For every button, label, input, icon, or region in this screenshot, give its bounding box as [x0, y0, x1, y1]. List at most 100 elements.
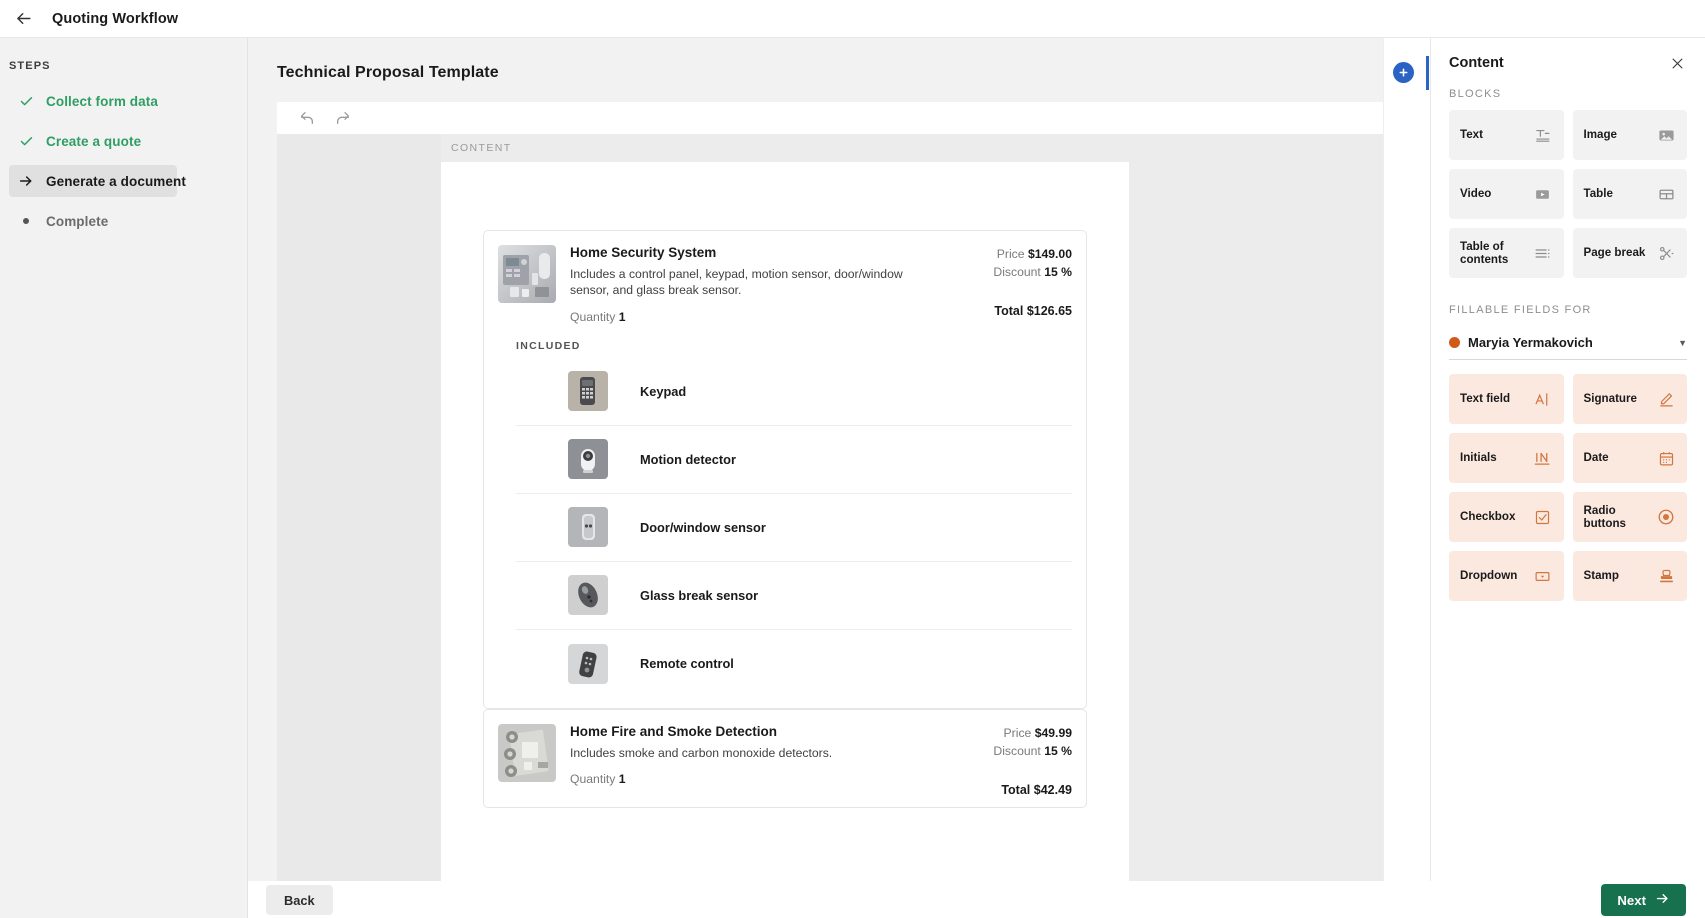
block-table[interactable]: Table: [1572, 169, 1687, 219]
radio-icon: [1656, 507, 1676, 527]
next-button[interactable]: Next: [1601, 884, 1686, 916]
field-date[interactable]: Date: [1572, 433, 1687, 483]
included-item-name: Glass break sensor: [640, 587, 759, 603]
sidebar-item-create-a-quote[interactable]: Create a quote: [9, 125, 177, 157]
discount-row: Discount 15 %: [952, 742, 1072, 760]
price-label: Price: [996, 247, 1025, 261]
recipient-selector[interactable]: Maryia Yermakovich ▼: [1449, 326, 1687, 360]
quantity-value: 1: [618, 309, 626, 324]
tile-label: Checkbox: [1460, 510, 1516, 524]
document-page[interactable]: Home Security System Includes a control …: [441, 162, 1129, 881]
dropdown-icon: [1533, 566, 1553, 586]
product-image: [498, 723, 556, 782]
fillable-fields-section-label: FILLABLE FIELDS FOR: [1449, 304, 1592, 316]
undo-icon[interactable]: [297, 108, 317, 128]
sidebar-item-generate-a-document[interactable]: Generate a document: [9, 165, 186, 197]
fillable-fields-grid: Text field Signature Initials Date Check…: [1449, 374, 1687, 601]
sidebar-item-complete[interactable]: Complete: [9, 205, 177, 237]
tile-label: Image: [1583, 128, 1618, 142]
blocks-grid: Text Image Video Table Table of contents…: [1449, 110, 1687, 278]
list-item[interactable]: Door/window sensor: [516, 494, 1072, 562]
tile-label: Signature: [1583, 392, 1637, 406]
recipient-color-dot: [1449, 337, 1460, 348]
product-image: [498, 245, 556, 303]
block-page-break[interactable]: Page break: [1572, 228, 1687, 278]
field-stamp[interactable]: Stamp: [1572, 551, 1687, 601]
price-row: Price $49.99: [952, 724, 1072, 742]
field-checkbox[interactable]: Checkbox: [1449, 492, 1564, 542]
footer-bar: Back Next: [248, 881, 1705, 918]
list-item[interactable]: Motion detector: [516, 426, 1072, 494]
included-item-image: [568, 439, 608, 480]
product-pricing: Price $149.00 Discount 15 % Total $126.6…: [952, 245, 1072, 324]
check-icon: [15, 92, 37, 110]
checkbox-icon: [1533, 507, 1553, 527]
list-item[interactable]: Keypad: [516, 358, 1072, 426]
top-bar: Quoting Workflow: [0, 0, 1705, 38]
product-header: Home Fire and Smoke Detection Includes s…: [484, 710, 1086, 807]
tile-label: Page break: [1583, 246, 1646, 260]
included-item-name: Motion detector: [640, 451, 736, 467]
back-arrow-icon[interactable]: [6, 2, 40, 36]
product-header: Home Security System Includes a control …: [484, 231, 1086, 334]
field-initials[interactable]: Initials: [1449, 433, 1564, 483]
quantity-label: Quantity: [570, 772, 616, 787]
document-title: Technical Proposal Template: [277, 64, 499, 81]
tile-label: Table: [1583, 187, 1613, 201]
product-card[interactable]: Home Fire and Smoke Detection Includes s…: [483, 708, 1087, 808]
page-title: Quoting Workflow: [52, 10, 179, 27]
stamp-icon: [1656, 566, 1676, 586]
add-block-button[interactable]: [1393, 62, 1414, 83]
tile-label: Date: [1583, 451, 1609, 465]
steps-section-label: STEPS: [9, 60, 51, 72]
block-image[interactable]: Image: [1572, 110, 1687, 160]
sidebar-item-label: Create a quote: [46, 133, 142, 149]
next-button-label: Next: [1617, 892, 1646, 908]
dot-icon: [15, 212, 37, 230]
text-field-icon: [1533, 389, 1553, 409]
sidebar-item-collect-form-data[interactable]: Collect form data: [9, 85, 177, 117]
table-icon: [1656, 184, 1676, 204]
signature-icon: [1656, 389, 1676, 409]
field-radio-buttons[interactable]: Radio buttons: [1572, 492, 1687, 542]
block-text[interactable]: Text: [1449, 110, 1564, 160]
product-info: Home Fire and Smoke Detection Includes s…: [570, 724, 952, 797]
close-icon[interactable]: [1667, 53, 1687, 73]
total-value: $42.49: [1033, 782, 1072, 797]
list-item[interactable]: Glass break sensor: [516, 562, 1072, 630]
block-table-of-contents[interactable]: Table of contents: [1449, 228, 1564, 278]
field-dropdown[interactable]: Dropdown: [1449, 551, 1564, 601]
arrow-right-icon: [15, 172, 37, 190]
blocks-section-label: BLOCKS: [1449, 88, 1502, 100]
included-item-name: Door/window sensor: [640, 519, 766, 535]
tile-label: Radio buttons: [1583, 503, 1627, 530]
included-item-image: [568, 507, 608, 548]
editor-shell: CONTENT Home Security System Includes a …: [277, 102, 1383, 881]
redo-icon[interactable]: [333, 108, 353, 128]
content-panel-title: Content: [1449, 55, 1504, 71]
product-quantity: Quantity 1: [570, 310, 936, 324]
sidebar-item-label: Complete: [46, 213, 109, 229]
insertion-indicator: [1426, 56, 1429, 90]
field-text-field[interactable]: Text field: [1449, 374, 1564, 424]
field-signature[interactable]: Signature: [1572, 374, 1687, 424]
block-video[interactable]: Video: [1449, 169, 1564, 219]
add-block-strip: [1383, 38, 1430, 881]
tile-label: Text: [1460, 128, 1483, 142]
back-button[interactable]: Back: [266, 885, 333, 915]
product-info: Home Security System Includes a control …: [570, 245, 952, 324]
price-value: $49.99: [1034, 725, 1072, 740]
recipient-name: Maryia Yermakovich: [1468, 335, 1593, 350]
included-item-name: Keypad: [640, 383, 687, 399]
list-item[interactable]: Remote control: [516, 630, 1072, 698]
steps-sidebar: STEPS Collect form data Create a quote G…: [0, 38, 248, 918]
sidebar-item-label: Generate a document: [46, 173, 186, 189]
tile-label: Text field: [1460, 392, 1511, 406]
included-item-image: [568, 575, 608, 616]
content-panel: Content BLOCKS Text Image Video Table Ta…: [1430, 38, 1705, 881]
canvas-section-label: CONTENT: [451, 142, 512, 154]
discount-label: Discount: [993, 265, 1041, 280]
product-card[interactable]: Home Security System Includes a control …: [483, 230, 1087, 709]
text-block-icon: [1533, 125, 1553, 145]
total-value: $126.65: [1026, 303, 1072, 318]
